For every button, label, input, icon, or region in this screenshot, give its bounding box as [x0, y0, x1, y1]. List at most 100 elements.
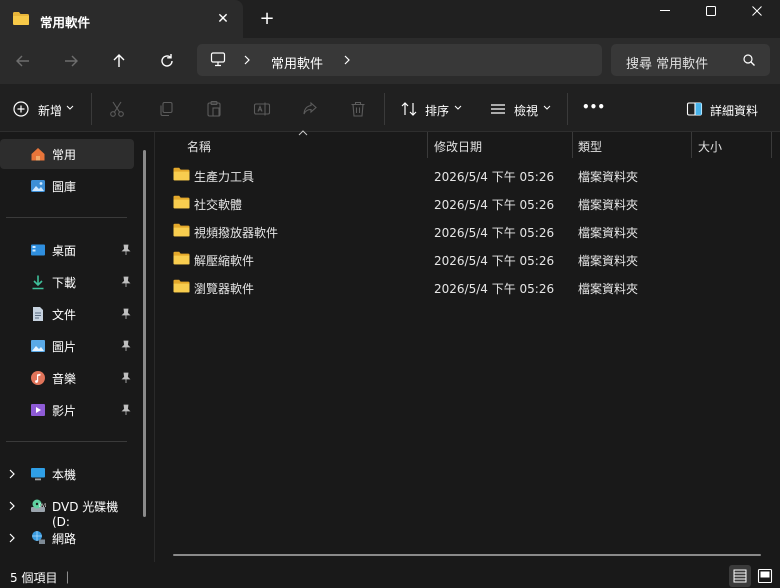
sidebar-item-label: 本機: [52, 468, 77, 482]
sidebar-item-music[interactable]: 音樂: [0, 363, 134, 393]
horizontal-scrollbar[interactable]: [173, 554, 761, 556]
column-header-type[interactable]: 類型: [578, 138, 602, 155]
chevron-right-icon[interactable]: [342, 54, 352, 66]
column-header-modified[interactable]: 修改日期: [434, 138, 482, 155]
view-label: 檢視: [514, 104, 539, 118]
column-divider[interactable]: [427, 132, 428, 158]
column-header-name[interactable]: 名稱: [187, 138, 211, 155]
file-type: 檔案資料夾: [578, 226, 639, 240]
file-modified: 2026/5/4 下午 05:26: [434, 226, 555, 240]
file-modified: 2026/5/4 下午 05:26: [434, 282, 555, 296]
minimize-button[interactable]: [642, 0, 688, 24]
sidebar-item-videos[interactable]: 影片: [0, 395, 134, 425]
file-name: 社交軟體: [194, 198, 243, 212]
pin-icon[interactable]: [121, 244, 131, 256]
folder-icon: [13, 12, 29, 25]
pin-icon[interactable]: [121, 276, 131, 288]
videos-icon: [31, 404, 45, 416]
column-header-size[interactable]: 大小: [698, 138, 722, 155]
details-pane-icon: [686, 102, 703, 116]
share-icon[interactable]: [301, 100, 319, 118]
folder-icon: [173, 251, 190, 265]
close-icon: [752, 6, 762, 16]
list-item[interactable]: 生產力工具 2026/5/4 下午 05:26 檔案資料夾: [166, 161, 766, 189]
rename-icon[interactable]: [253, 100, 271, 118]
dvd-icon: DVD: [31, 499, 46, 512]
maximize-button[interactable]: [688, 0, 734, 24]
pin-icon[interactable]: [121, 372, 131, 384]
back-button[interactable]: [11, 49, 35, 73]
sidebar-item-home[interactable]: 常用: [0, 139, 134, 169]
pane-divider: [154, 132, 155, 562]
toolbar-divider: [91, 93, 92, 125]
list-item[interactable]: 視頻撥放器軟件 2026/5/4 下午 05:26 檔案資料夾: [166, 217, 766, 245]
paste-icon[interactable]: [205, 100, 223, 118]
sidebar-item-desktop[interactable]: 桌面: [0, 235, 134, 265]
close-window-button[interactable]: [734, 0, 780, 24]
music-icon: [31, 371, 45, 385]
sidebar-item-downloads[interactable]: 下載: [0, 267, 134, 297]
list-item[interactable]: 社交軟體 2026/5/4 下午 05:26 檔案資料夾: [166, 189, 766, 217]
new-tab-button[interactable]: +: [257, 9, 277, 29]
sidebar-item-network[interactable]: 網路: [0, 523, 134, 553]
folder-icon: [173, 223, 190, 237]
pin-icon[interactable]: [121, 404, 131, 416]
sidebar-item-label: 下載: [52, 276, 77, 290]
file-name: 解壓縮軟件: [194, 254, 255, 268]
file-name: 瀏覽器軟件: [194, 282, 255, 296]
sidebar-item-this-pc[interactable]: 本機: [0, 459, 134, 489]
column-divider[interactable]: [771, 132, 772, 158]
sidebar-item-label: 圖片: [52, 340, 77, 354]
sidebar-divider: [6, 217, 127, 218]
forward-button[interactable]: [59, 49, 83, 73]
file-name: 生產力工具: [194, 170, 255, 184]
sidebar-scrollbar[interactable]: [143, 150, 146, 517]
file-type: 檔案資料夾: [578, 282, 639, 296]
sidebar-item-label: 桌面: [52, 244, 77, 258]
active-tab[interactable]: [0, 0, 243, 38]
pc-icon: [31, 468, 45, 481]
svg-text:DVD: DVD: [39, 503, 46, 508]
more-options-button[interactable]: •••: [582, 100, 605, 114]
file-modified: 2026/5/4 下午 05:26: [434, 170, 555, 184]
breadcrumb-item[interactable]: 常用軟件: [271, 53, 323, 72]
file-modified: 2026/5/4 下午 05:26: [434, 198, 555, 212]
expand-chevron-icon[interactable]: [8, 468, 16, 480]
pin-icon[interactable]: [121, 308, 131, 320]
refresh-button[interactable]: [155, 49, 179, 73]
view-list-icon: [491, 104, 505, 114]
expand-chevron-icon[interactable]: [8, 500, 16, 512]
sidebar-item-label: 影片: [52, 404, 77, 418]
details-label: 詳細資料: [710, 104, 759, 118]
pictures-icon: [31, 340, 45, 352]
trash-icon[interactable]: [349, 100, 367, 118]
details-view-button[interactable]: [729, 565, 751, 587]
tiles-view-button[interactable]: [754, 565, 776, 587]
tab-close-button[interactable]: ✕: [214, 10, 232, 28]
sidebar-item-pictures[interactable]: 圖片: [0, 331, 134, 361]
column-divider[interactable]: [691, 132, 692, 158]
sidebar-item-gallery[interactable]: 圖庫: [0, 171, 134, 201]
sidebar-item-dvd-drive[interactable]: DVD DVD 光碟機 (D:: [0, 491, 134, 529]
up-button[interactable]: [107, 49, 131, 73]
sidebar-item-documents[interactable]: 文件: [0, 299, 134, 329]
chevron-down-icon: [66, 105, 74, 110]
refresh-icon: [161, 54, 173, 67]
file-name: 視頻撥放器軟件: [194, 226, 279, 240]
home-icon: [31, 148, 45, 161]
list-item[interactable]: 瀏覽器軟件 2026/5/4 下午 05:26 檔案資料夾: [166, 273, 766, 301]
expand-chevron-icon[interactable]: [8, 532, 16, 544]
copy-icon[interactable]: [157, 100, 175, 118]
minimize-icon: [660, 10, 670, 11]
new-button-label: 新增: [38, 104, 63, 118]
folder-icon: [173, 195, 190, 209]
cut-icon[interactable]: [108, 100, 126, 118]
chevron-down-icon: [543, 105, 551, 110]
pin-icon[interactable]: [121, 340, 131, 352]
file-type: 檔案資料夾: [578, 198, 639, 212]
tab-title: 常用軟件: [40, 15, 91, 30]
address-bar[interactable]: [197, 44, 602, 76]
details-view-icon: [733, 569, 747, 583]
list-item[interactable]: 解壓縮軟件 2026/5/4 下午 05:26 檔案資料夾: [166, 245, 766, 273]
column-divider[interactable]: [572, 132, 573, 158]
